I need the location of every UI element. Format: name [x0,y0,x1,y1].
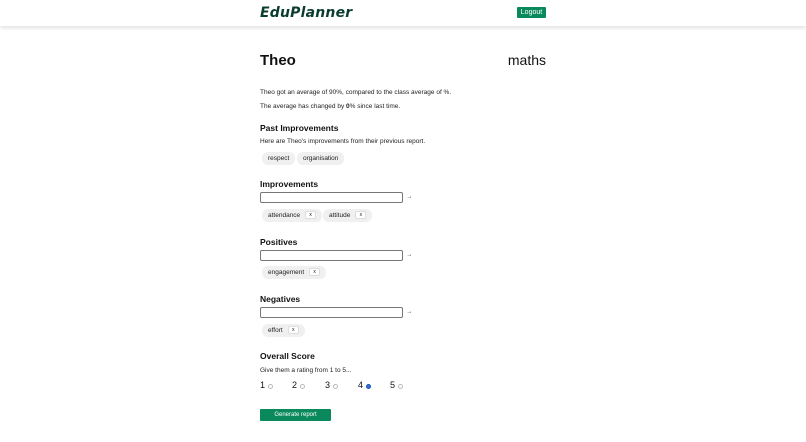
rating-label: 3 [325,380,331,390]
summary-change: The average has changed by 0% since last… [260,103,400,110]
rating-label: 1 [260,380,266,390]
rating-label: 2 [292,380,298,390]
past-improvement-chip: respect [262,152,296,165]
rating-option-2[interactable]: 2 [292,380,306,392]
improvements-heading: Improvements [260,179,319,189]
student-name: Theo [260,52,296,69]
summary-change-prefix: The average has changed by [260,103,347,110]
generate-report-button[interactable]: Generate report [260,409,331,421]
positive-chip: engagement x [262,266,327,279]
improvements-input[interactable] [260,192,403,203]
remove-chip-close-icon[interactable]: x [287,326,299,335]
negatives-input[interactable] [260,307,403,318]
rating-option-5[interactable]: 5 [390,380,404,392]
past-improvement-chip: organisation [297,152,345,165]
rating-option-4[interactable]: 4 [358,380,372,392]
overall-score-prompt: Give them a rating from 1 to 5... [260,367,352,374]
rating-radio[interactable] [300,384,306,389]
positives-heading: Positives [260,237,298,247]
rating-radio-selected[interactable] [366,384,372,389]
eduplanner-logo[interactable]: EduPlanner [260,5,352,21]
rating-option-1[interactable]: 1 [260,380,274,392]
overall-score-heading: Overall Score [260,351,315,361]
summary-change-suffix: % since last time. [349,103,401,110]
logo-suffix: Planner [290,5,353,21]
negative-chip-label: effort [268,327,283,334]
improvement-chip-label: attendance [268,212,301,219]
improvement-chip: attendance x [262,209,323,222]
negatives-heading: Negatives [260,294,301,304]
negative-chip: effort x [262,324,305,337]
rating-option-3[interactable]: 3 [325,380,339,392]
rating-radio[interactable] [398,384,404,389]
logo-prefix: Edu [260,5,291,21]
logout-button[interactable]: Logout [517,7,546,18]
summary-average: Theo got an average of 90%, compared to … [260,89,452,96]
positive-chip-label: engagement [268,269,305,276]
remove-chip-close-icon[interactable]: x [309,268,321,277]
negatives-add-arrow-icon[interactable]: → [405,308,414,317]
positives-add-arrow-icon[interactable]: → [405,251,414,260]
rating-label: 4 [358,380,364,390]
app-header: EduPlanner Logout [0,0,806,26]
past-improvements-description: Here are Theo's improvements from their … [260,138,426,145]
improvements-add-arrow-icon[interactable]: → [405,193,414,202]
positives-input[interactable] [260,250,403,261]
rating-radio[interactable] [268,384,274,389]
rating-label: 5 [390,380,396,390]
improvement-chip-label: attitude [329,212,351,219]
subject-name: maths [507,52,546,68]
past-improvements-heading: Past Improvements [260,123,339,133]
remove-chip-close-icon[interactable]: x [305,211,317,220]
improvement-chip: attitude x [323,209,373,222]
remove-chip-close-icon[interactable]: x [355,211,367,220]
rating-radio[interactable] [333,384,339,389]
